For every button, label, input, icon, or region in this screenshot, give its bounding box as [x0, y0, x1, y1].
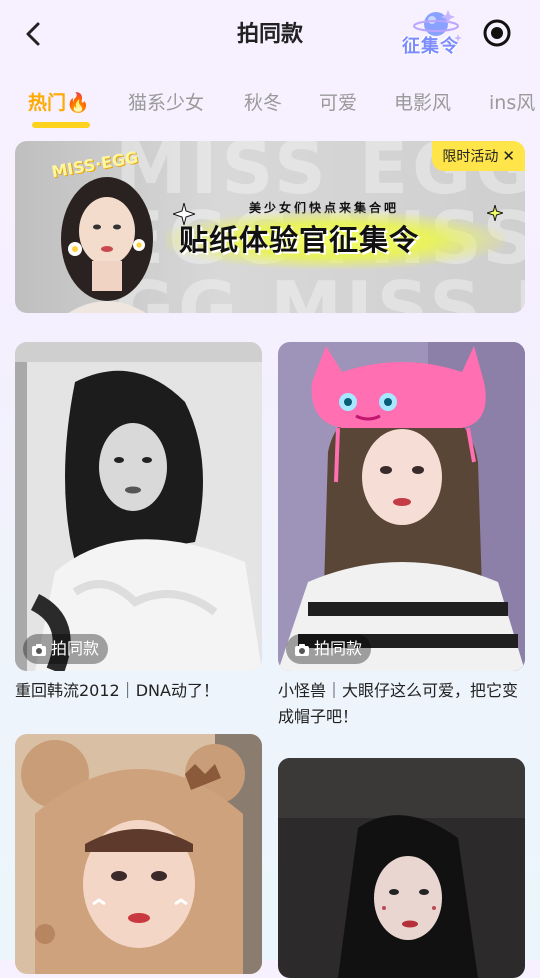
event-logo[interactable]: 征集令: [400, 6, 472, 58]
camera-icon: [295, 643, 309, 656]
template-card[interactable]: [278, 758, 525, 978]
card-photo-image: [15, 342, 262, 671]
card-photo-image: [278, 758, 525, 978]
card-caption: 重回韩流2012｜DNA动了！: [15, 681, 219, 700]
template-card[interactable]: 拍同款 重回韩流2012｜DNA动了！: [15, 342, 262, 712]
shoot-same-label: 拍同款: [314, 639, 363, 658]
banner-slogan: 贴纸体验官征集令: [179, 223, 420, 257]
tab-ins-style[interactable]: ins风: [489, 88, 535, 115]
tab-autumn-winter[interactable]: 秋冬: [244, 88, 282, 115]
record-icon[interactable]: [482, 18, 512, 48]
shoot-same-button[interactable]: 拍同款: [286, 634, 372, 664]
card-photo: [15, 734, 262, 974]
card-photo: [15, 342, 262, 671]
template-card[interactable]: [15, 734, 262, 974]
tab-cute[interactable]: 可爱: [319, 88, 357, 115]
close-icon[interactable]: ✕: [502, 147, 515, 165]
top-bar: 拍同款 征集令: [0, 0, 540, 68]
card-photo: [278, 342, 525, 671]
template-card[interactable]: 拍同款 小怪兽｜大眼仔这么可爱，把它变成帽子吧！: [278, 342, 525, 732]
card-caption: 小怪兽｜大眼仔这么可爱，把它变成帽子吧！: [278, 681, 519, 726]
camera-icon: [32, 643, 46, 656]
promo-banner[interactable]: MISS EGG MISS EGG MISS EGG GG MISS EGG M…: [15, 141, 525, 313]
event-logo-text: 征集令: [402, 36, 459, 57]
tab-hot[interactable]: 热门🔥: [28, 88, 90, 115]
banner-model-image: [61, 177, 153, 313]
shoot-same-button[interactable]: 拍同款: [23, 634, 109, 664]
card-photo-image: [278, 342, 525, 671]
shoot-same-label: 拍同款: [51, 639, 100, 658]
back-arrow-icon[interactable]: [18, 18, 50, 50]
limited-event-label: 限时活动: [442, 149, 499, 165]
category-tabs: 热门🔥 猫系少女 秋冬 可爱 电影风 ins风: [0, 80, 540, 128]
card-photo: [278, 758, 525, 978]
tab-indicator: [32, 122, 90, 128]
card-photo-image: [15, 734, 262, 974]
tab-cat-girl[interactable]: 猫系少女: [128, 88, 204, 115]
tab-movie-style[interactable]: 电影风: [394, 88, 451, 115]
limited-event-badge: 限时活动 ✕: [432, 141, 525, 171]
